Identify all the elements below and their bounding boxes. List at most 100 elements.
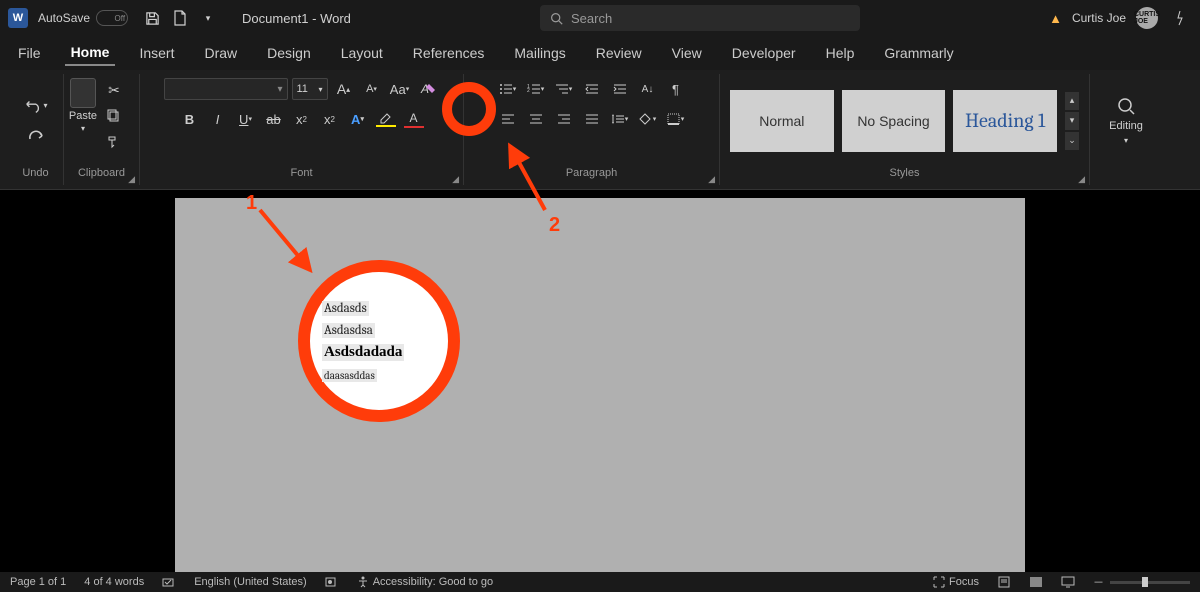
align-left-icon[interactable] <box>496 108 520 130</box>
tab-mailings[interactable]: Mailings <box>508 41 571 65</box>
strikethrough-icon[interactable]: ab <box>262 108 286 130</box>
bullets-icon[interactable]: ▾ <box>496 78 520 100</box>
mic-icon[interactable] <box>1168 6 1192 30</box>
increase-font-icon[interactable]: A▴ <box>332 78 356 100</box>
autosave-toggle[interactable]: AutoSave Off <box>38 10 128 26</box>
zoom-out-icon[interactable]: － <box>1093 574 1190 590</box>
bold-icon[interactable]: B <box>178 108 202 130</box>
clipboard-group: Paste ▾ ✂ Clipboard◢ <box>64 74 140 185</box>
status-recording-icon[interactable] <box>325 576 339 588</box>
clipboard-expand-icon[interactable]: ◢ <box>128 174 135 185</box>
tab-view[interactable]: View <box>666 41 708 65</box>
view-print-icon[interactable] <box>997 576 1011 588</box>
doc-text-line: Asdasds <box>322 301 369 316</box>
styles-up-icon[interactable]: ▴ <box>1065 92 1079 110</box>
paste-button[interactable]: Paste ▾ <box>64 78 102 133</box>
shading-icon[interactable]: ▾ <box>636 108 660 130</box>
tab-layout[interactable]: Layout <box>335 41 389 65</box>
save-icon[interactable] <box>140 6 164 30</box>
clipboard-icon <box>70 78 96 108</box>
format-painter-icon[interactable] <box>102 132 126 152</box>
clear-formatting-icon[interactable]: A <box>416 78 440 100</box>
status-spell-icon[interactable] <box>162 576 176 588</box>
ribbon: ▾ Undo Paste ▾ ✂ Cl <box>0 70 1200 190</box>
search-input[interactable]: Search <box>540 5 860 31</box>
style-normal[interactable]: Normal <box>730 90 834 152</box>
tab-developer[interactable]: Developer <box>726 41 802 65</box>
line-spacing-icon[interactable]: ▾ <box>608 108 632 130</box>
numbering-icon[interactable]: 12▾ <box>524 78 548 100</box>
editing-group: Editing ▾ <box>1090 74 1162 185</box>
undo-group: ▾ Undo <box>8 74 64 185</box>
subscript-icon[interactable]: x2 <box>290 108 314 130</box>
styles-down-icon[interactable]: ▾ <box>1065 112 1079 130</box>
multilevel-icon[interactable]: ▾ <box>552 78 576 100</box>
superscript-icon[interactable]: x2 <box>318 108 342 130</box>
sort-icon[interactable]: A↓ <box>636 78 660 100</box>
svg-text:2: 2 <box>527 88 530 94</box>
styles-group: Normal No Spacing Heading 1 ▴ ▾ ⌄ Styles… <box>720 74 1090 185</box>
increase-indent-icon[interactable] <box>608 78 632 100</box>
view-read-icon[interactable] <box>1029 576 1043 588</box>
toggle-switch-icon[interactable]: Off <box>96 10 128 26</box>
status-page[interactable]: Page 1 of 1 <box>10 576 66 588</box>
font-family-select[interactable]: ▾ <box>164 78 288 100</box>
new-doc-icon[interactable] <box>168 6 192 30</box>
styles-more-icon[interactable]: ⌄ <box>1065 132 1079 150</box>
status-accessibility[interactable]: Accessibility: Good to go <box>357 576 493 588</box>
paragraph-expand-icon[interactable]: ◢ <box>708 174 715 185</box>
user-name-label[interactable]: Curtis Joe <box>1072 11 1126 25</box>
style-nospacing[interactable]: No Spacing <box>842 90 946 152</box>
font-expand-icon[interactable]: ◢ <box>452 174 459 185</box>
qa-dropdown-icon[interactable]: ▾ <box>196 6 220 30</box>
underline-icon[interactable]: U▾ <box>234 108 258 130</box>
doc-text-line: daasasddas <box>322 369 377 382</box>
borders-icon[interactable]: ▾ <box>664 108 688 130</box>
justify-icon[interactable] <box>580 108 604 130</box>
decrease-indent-icon[interactable] <box>580 78 604 100</box>
show-marks-icon[interactable]: ¶ <box>664 78 688 100</box>
font-size-select[interactable]: 11▾ <box>292 78 328 100</box>
tab-home[interactable]: Home <box>65 40 116 66</box>
tab-insert[interactable]: Insert <box>133 41 180 65</box>
change-case-icon[interactable]: Aa▾ <box>388 78 412 100</box>
italic-icon[interactable]: I <box>206 108 230 130</box>
user-avatar[interactable]: CURTIS JOE <box>1136 7 1158 29</box>
doc-text-line: Asdsdadada <box>322 344 404 361</box>
tab-design[interactable]: Design <box>261 41 317 65</box>
align-center-icon[interactable] <box>524 108 548 130</box>
font-color-icon[interactable]: A <box>402 108 426 130</box>
tab-draw[interactable]: Draw <box>198 41 243 65</box>
status-words[interactable]: 4 of 4 words <box>84 576 144 588</box>
status-language[interactable]: English (United States) <box>194 576 307 588</box>
style-heading1[interactable]: Heading 1 <box>953 90 1057 152</box>
undo-group-label: Undo <box>8 167 63 185</box>
undo-icon[interactable]: ▾ <box>24 96 48 116</box>
zoom-slider[interactable] <box>1110 581 1190 584</box>
tab-references[interactable]: References <box>407 41 491 65</box>
warning-icon[interactable]: ▲ <box>1049 11 1062 26</box>
editing-label[interactable]: Editing <box>1109 120 1143 132</box>
document-title: Document1 - Word <box>242 11 351 26</box>
document-area <box>0 190 1200 572</box>
cut-icon[interactable]: ✂ <box>102 80 126 100</box>
annotation-arrow-1-icon <box>255 205 325 285</box>
tab-file[interactable]: File <box>12 41 47 65</box>
search-icon <box>550 12 563 25</box>
styles-expand-icon[interactable]: ◢ <box>1078 174 1085 185</box>
find-icon[interactable] <box>1116 96 1136 116</box>
view-web-icon[interactable] <box>1061 576 1075 588</box>
redo-icon[interactable] <box>24 126 48 146</box>
align-right-icon[interactable] <box>552 108 576 130</box>
tab-review[interactable]: Review <box>590 41 648 65</box>
text-effects-icon[interactable]: A▾ <box>346 108 370 130</box>
highlight-icon[interactable] <box>374 108 398 130</box>
copy-icon[interactable] <box>102 106 126 126</box>
tab-grammarly[interactable]: Grammarly <box>878 41 959 65</box>
font-group: ▾ 11▾ A▴ A▾ Aa▾ A B I U▾ ab x2 x2 A▾ <box>140 74 464 185</box>
decrease-font-icon[interactable]: A▾ <box>360 78 384 100</box>
status-bar: Page 1 of 1 4 of 4 words English (United… <box>0 572 1200 592</box>
tab-help[interactable]: Help <box>820 41 861 65</box>
editing-dropdown-icon[interactable]: ▾ <box>1124 136 1128 145</box>
status-focus[interactable]: Focus <box>933 576 979 588</box>
